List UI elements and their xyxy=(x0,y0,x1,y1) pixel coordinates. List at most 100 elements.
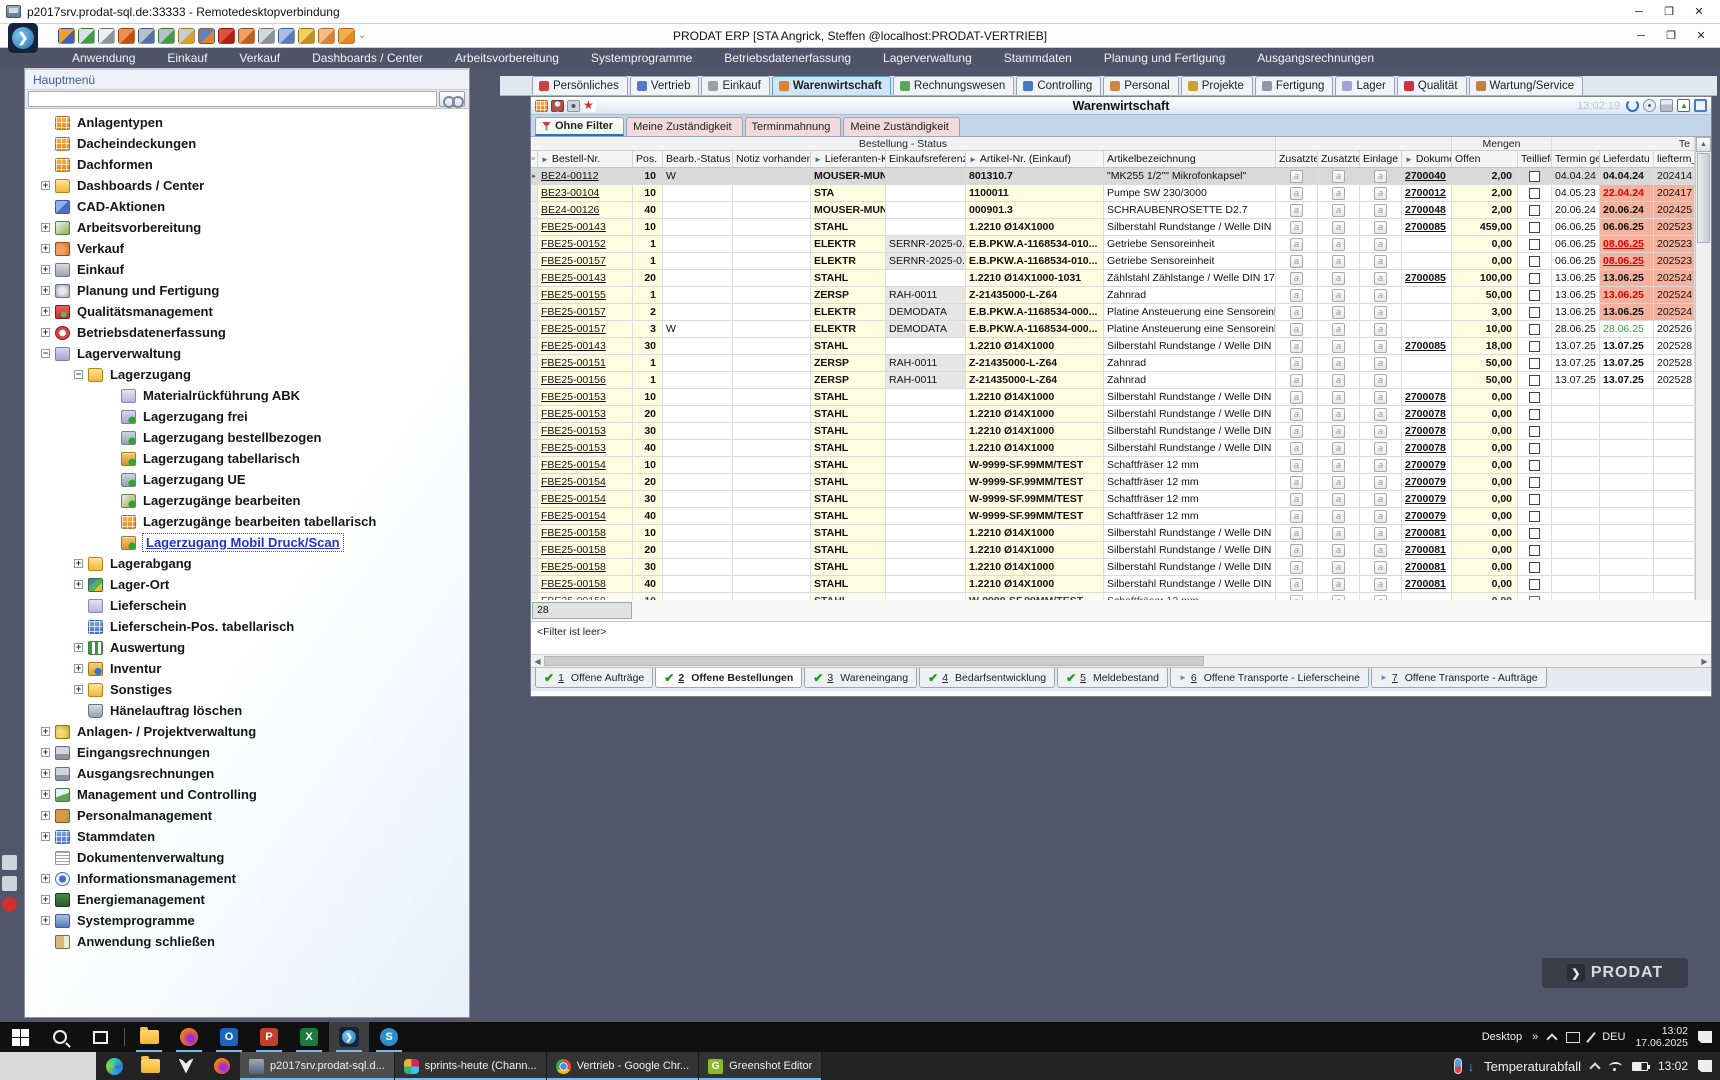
menu-item-betriebsdatenerfassung[interactable]: Betriebsdatenerfassung xyxy=(710,49,865,67)
attachment-a-button[interactable]: a xyxy=(1332,221,1345,234)
sidebar-item-ausgangsrechnungen[interactable]: +Ausgangsrechnungen xyxy=(25,763,469,784)
tab-projekte[interactable]: Projekte xyxy=(1181,76,1253,95)
bottom-tab-2[interactable]: ✔2Offene Bestellungen xyxy=(655,668,802,688)
bottom-tab-4[interactable]: ✔4Bedarfsentwicklung xyxy=(919,668,1055,688)
teillieferung-checkbox[interactable] xyxy=(1529,171,1540,182)
storage-icon[interactable] xyxy=(258,28,275,44)
expand-plus-icon[interactable]: + xyxy=(41,790,50,799)
attachment-a-button[interactable]: a xyxy=(1332,561,1345,574)
sidebar-item-dacheindeckungen[interactable]: Dacheindeckungen xyxy=(25,133,469,154)
grid-icon[interactable] xyxy=(338,28,355,44)
horizontal-scrollbar[interactable]: ◀ ▶ xyxy=(531,654,1711,667)
window-blue-icon[interactable] xyxy=(278,28,295,44)
table-row[interactable]: FBE25-0015830STAHL1.2210 Ø14X1000Silbers… xyxy=(531,559,1695,576)
taskbar-excel-icon[interactable]: X xyxy=(289,1022,329,1052)
attachment-a-button[interactable]: a xyxy=(1332,476,1345,489)
user-help-icon[interactable] xyxy=(138,28,155,44)
tab-rechnungswesen[interactable]: Rechnungswesen xyxy=(893,76,1014,95)
attachment-a-button[interactable]: a xyxy=(1290,578,1303,591)
sidebar-item-inventur[interactable]: +Inventur xyxy=(25,658,469,679)
attachment-a-button[interactable]: a xyxy=(1374,425,1387,438)
table-row[interactable]: FBE25-001521ELEKTRSERNR-2025-0...E.B.PKW… xyxy=(531,236,1695,253)
attachment-a-button[interactable]: a xyxy=(1332,578,1345,591)
attachment-a-button[interactable]: a xyxy=(1332,204,1345,217)
user-add-icon[interactable] xyxy=(158,28,175,44)
local-explorer-icon[interactable] xyxy=(132,1052,168,1080)
teillieferung-checkbox[interactable] xyxy=(1529,426,1540,437)
taskbar-powerpoint-icon[interactable]: P xyxy=(249,1022,289,1052)
attachment-a-button[interactable]: a xyxy=(1374,323,1387,336)
table-row[interactable]: BE23-0010410STA1100011Pumpe SW 230/3000a… xyxy=(531,185,1695,202)
attachment-a-button[interactable]: a xyxy=(1290,544,1303,557)
tab-wartung-service[interactable]: Wartung/Service xyxy=(1469,76,1584,95)
attachment-a-button[interactable]: a xyxy=(1374,340,1387,353)
sidebar-item-eingangsrechnungen[interactable]: +Eingangsrechnungen xyxy=(25,742,469,763)
remote-clock[interactable]: 13:02 17.06.2025 xyxy=(1635,1025,1688,1049)
binoculars-search-icon[interactable] xyxy=(439,91,465,107)
expand-plus-icon[interactable]: + xyxy=(41,748,50,757)
local-edge-icon[interactable] xyxy=(96,1052,132,1080)
collapse-minus-icon[interactable]: − xyxy=(74,370,83,379)
expand-plus-icon[interactable]: + xyxy=(41,223,50,232)
attachment-a-button[interactable]: a xyxy=(1374,408,1387,421)
attachment-a-button[interactable]: a xyxy=(1290,595,1303,601)
expand-plus-icon[interactable]: + xyxy=(41,265,50,274)
teillieferung-checkbox[interactable] xyxy=(1529,307,1540,318)
filter-tab-4[interactable]: Meine Zuständigkeit xyxy=(843,117,959,136)
attachment-a-button[interactable]: a xyxy=(1290,408,1303,421)
sidebar-item-lieferschein[interactable]: Lieferschein xyxy=(25,595,469,616)
attachment-a-button[interactable]: a xyxy=(1374,578,1387,591)
teillieferung-checkbox[interactable] xyxy=(1529,562,1540,573)
attachment-a-button[interactable]: a xyxy=(1290,255,1303,268)
expand-plus-icon[interactable]: + xyxy=(41,727,50,736)
table-row[interactable]: FBE25-0015820STAHL1.2210 Ø14X1000Silbers… xyxy=(531,542,1695,559)
teillieferung-checkbox[interactable] xyxy=(1529,477,1540,488)
teillieferung-checkbox[interactable] xyxy=(1529,596,1540,601)
tab-warenwirtschaft[interactable]: Warenwirtschaft xyxy=(772,76,891,95)
app-close-button[interactable]: ✕ xyxy=(1686,26,1716,46)
filter-tab-1[interactable]: Ohne Filter xyxy=(535,117,624,136)
attachment-a-button[interactable]: a xyxy=(1332,425,1345,438)
expand-plus-icon[interactable]: + xyxy=(41,895,50,904)
teillieferung-checkbox[interactable] xyxy=(1529,409,1540,420)
sidebar-item-informationsmanagement[interactable]: +Informationsmanagement xyxy=(25,868,469,889)
teillieferung-checkbox[interactable] xyxy=(1529,324,1540,335)
column-header-termin-gep[interactable]: Termin gep xyxy=(1552,151,1600,167)
table-row[interactable]: FBE25-001561ZERSPRAH-0011Z-21435000-L-Z6… xyxy=(531,372,1695,389)
tab-vertrieb[interactable]: Vertrieb xyxy=(630,76,700,95)
attachment-a-button[interactable]: a xyxy=(1290,357,1303,370)
expand-plus-icon[interactable]: + xyxy=(74,580,83,589)
attachment-a-button[interactable]: a xyxy=(1290,170,1303,183)
column-header-zusatzte[interactable]: Zusatzte xyxy=(1276,151,1318,167)
sidebar-item-management-und-controlling[interactable]: +Management und Controlling xyxy=(25,784,469,805)
handshake-icon[interactable] xyxy=(118,28,135,44)
menu-item-verkauf[interactable]: Verkauf xyxy=(225,49,294,67)
vertical-scroll-thumb[interactable] xyxy=(1697,153,1710,243)
attachment-a-button[interactable]: a xyxy=(1332,408,1345,421)
battery-icon[interactable] xyxy=(1632,1062,1648,1071)
teillieferung-checkbox[interactable] xyxy=(1529,460,1540,471)
table-row[interactable]: FBE25-0015430STAHLW-9999-SF.99MM/TESTSch… xyxy=(531,491,1695,508)
sidebar-item-cad-aktionen[interactable]: CAD-Aktionen xyxy=(25,196,469,217)
expand-plus-icon[interactable]: + xyxy=(74,685,83,694)
attachment-a-button[interactable]: a xyxy=(1332,255,1345,268)
tab-einkauf[interactable]: Einkauf xyxy=(701,76,769,95)
sidebar-item-qualit-tsmanagement[interactable]: +Qualitätsmanagement xyxy=(25,301,469,322)
teillieferung-checkbox[interactable] xyxy=(1529,358,1540,369)
bottom-tab-3[interactable]: ✔3Wareneingang xyxy=(804,668,917,688)
sidebar-item-lagerabgang[interactable]: +Lagerabgang xyxy=(25,553,469,574)
filter-tab-3[interactable]: Terminmahnung xyxy=(745,117,842,136)
menu-item-anwendung[interactable]: Anwendung xyxy=(58,49,149,67)
table-row[interactable]: FBE25-0015410STAHLW-9999-SF.99MM/TESTSch… xyxy=(531,457,1695,474)
window-button-gshot[interactable]: GGreenshot Editor xyxy=(699,1052,822,1080)
language-indicator[interactable]: DEU xyxy=(1602,1031,1625,1043)
sidebar-item-lagerzugang-mobil-druck-scan[interactable]: Lagerzugang Mobil Druck/Scan xyxy=(25,532,469,553)
table-row[interactable]: ▸BE24-0011210WMOUSER-MUN801310.7"MK255 1… xyxy=(531,168,1695,185)
table-row[interactable]: FBE25-0014310STAHL1.2210 Ø14X1000Silbers… xyxy=(531,219,1695,236)
bottom-tab-1[interactable]: ✔1Offene Aufträge xyxy=(535,668,653,688)
expand-plus-icon[interactable]: + xyxy=(41,832,50,841)
attachment-a-button[interactable]: a xyxy=(1374,255,1387,268)
bottom-tab-6[interactable]: ►6Offene Transporte - Lieferscheine xyxy=(1170,668,1369,688)
table-row[interactable]: FBE25-0015910STAHLW-9999-SF.99MM/TESTSch… xyxy=(531,593,1695,600)
scroll-up-icon[interactable]: ▲ xyxy=(1696,137,1711,152)
